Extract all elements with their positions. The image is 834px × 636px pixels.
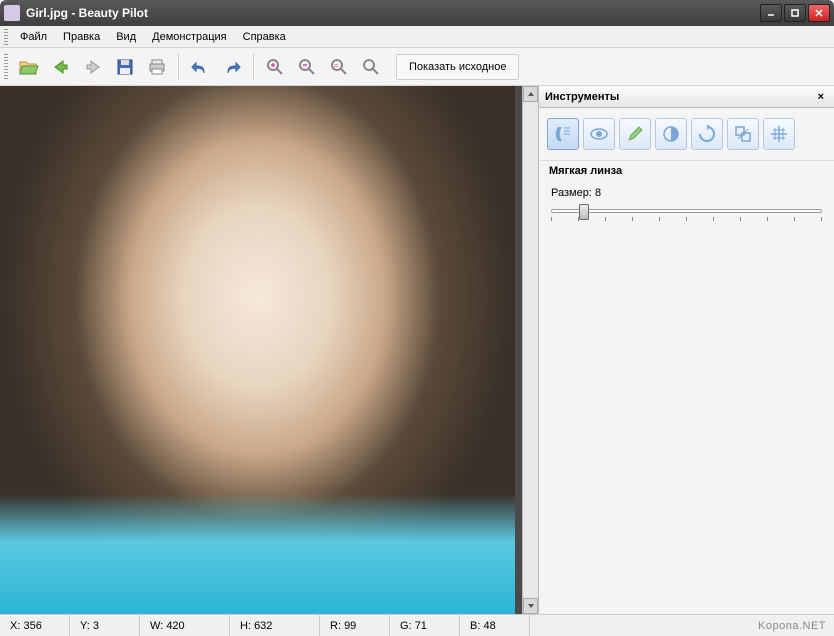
watermark: Kopona.NET (758, 620, 826, 632)
slider-ticks (551, 217, 822, 221)
forward-button[interactable] (78, 52, 108, 82)
size-label: Размер: (551, 187, 592, 199)
slider-track[interactable] (551, 209, 822, 213)
tool-rotate[interactable] (691, 118, 723, 150)
menu-help[interactable]: Справка (235, 28, 294, 46)
statusbar: X: 356 Y: 3 W: 420 H: 632 R: 99 G: 71 B:… (0, 614, 834, 636)
zoom-actual-button[interactable] (356, 52, 386, 82)
maximize-button[interactable] (784, 4, 806, 22)
size-value: 8 (595, 187, 601, 199)
titlebar: Girl.jpg - Beauty Pilot (0, 0, 834, 26)
tool-eye[interactable] (583, 118, 615, 150)
tool-row (539, 108, 834, 160)
status-g: G: 71 (390, 615, 460, 636)
window-title: Girl.jpg - Beauty Pilot (26, 6, 760, 20)
show-original-button[interactable]: Показать исходное (396, 54, 519, 80)
scroll-up-icon[interactable] (523, 86, 538, 102)
tool-grid[interactable] (763, 118, 795, 150)
menu-view[interactable]: Вид (108, 28, 144, 46)
tool-brush[interactable] (619, 118, 651, 150)
tool-contrast[interactable] (655, 118, 687, 150)
open-button[interactable] (14, 52, 44, 82)
app-icon (4, 5, 20, 21)
zoom-in-button[interactable] (260, 52, 290, 82)
zoom-fit-button[interactable]: = (324, 52, 354, 82)
canvas-area (0, 86, 538, 614)
panel-title: Инструменты (545, 91, 619, 103)
menubar-grip[interactable] (4, 29, 8, 45)
size-param: Размер: 8 (539, 181, 834, 205)
tools-panel: Инструменты × Мягкая линза Размер: 8 (538, 86, 834, 614)
tool-resize[interactable] (727, 118, 759, 150)
menu-file[interactable]: Файл (12, 28, 55, 46)
panel-header: Инструменты × (539, 86, 834, 108)
close-button[interactable] (808, 4, 830, 22)
vertical-scrollbar[interactable] (522, 86, 538, 614)
toolbar: = Показать исходное (0, 48, 834, 86)
redo-button[interactable] (217, 52, 247, 82)
scroll-down-icon[interactable] (523, 598, 538, 614)
zoom-out-button[interactable] (292, 52, 322, 82)
status-h: H: 632 (230, 615, 320, 636)
window-controls (760, 4, 830, 22)
toolbar-grip[interactable] (4, 54, 8, 80)
save-button[interactable] (110, 52, 140, 82)
menu-edit[interactable]: Правка (55, 28, 108, 46)
status-y: Y: 3 (70, 615, 140, 636)
menubar: Файл Правка Вид Демонстрация Справка (0, 26, 834, 48)
toolbar-separator (178, 54, 179, 80)
menu-demo[interactable]: Демонстрация (144, 28, 235, 46)
undo-button[interactable] (185, 52, 215, 82)
status-b: B: 48 (460, 615, 530, 636)
status-w: W: 420 (140, 615, 230, 636)
section-label: Мягкая линза (539, 160, 834, 181)
panel-close-button[interactable]: × (814, 91, 828, 103)
svg-text:=: = (334, 63, 338, 70)
status-x: X: 356 (0, 615, 70, 636)
back-button[interactable] (46, 52, 76, 82)
status-r: R: 99 (320, 615, 390, 636)
tool-soft-lens[interactable] (547, 118, 579, 150)
toolbar-separator (253, 54, 254, 80)
slider-thumb[interactable] (579, 204, 589, 220)
image-canvas[interactable] (0, 86, 515, 614)
workspace: Инструменты × Мягкая линза Размер: 8 (0, 86, 834, 614)
minimize-button[interactable] (760, 4, 782, 22)
scroll-track[interactable] (523, 102, 538, 598)
size-slider[interactable] (539, 205, 834, 233)
print-button[interactable] (142, 52, 172, 82)
